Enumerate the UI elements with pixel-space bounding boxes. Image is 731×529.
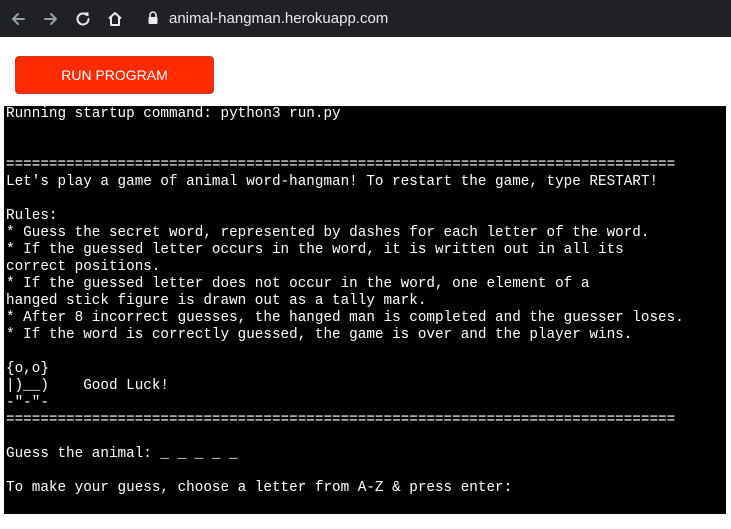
- lock-icon[interactable]: [147, 11, 159, 25]
- rules-heading: Rules:: [6, 208, 58, 224]
- terminal-separator: ========================================…: [6, 412, 676, 428]
- input-prompt: To make your guess, choose a letter from…: [6, 480, 513, 496]
- owl-ascii-art: {o,o}: [6, 361, 49, 377]
- reload-icon[interactable]: [72, 8, 94, 30]
- rule-line: * After 8 incorrect guesses, the hanged …: [6, 310, 684, 326]
- browser-toolbar: animal-hangman.herokuapp.com: [0, 0, 731, 37]
- page-content: RUN PROGRAM Running startup command: pyt…: [0, 37, 731, 529]
- terminal[interactable]: Running startup command: python3 run.py …: [4, 106, 726, 514]
- forward-icon[interactable]: [40, 8, 62, 30]
- terminal-separator: ========================================…: [6, 157, 676, 173]
- rule-line: * If the guessed letter occurs in the wo…: [6, 242, 624, 258]
- owl-ascii-art: -"-"-: [6, 395, 49, 411]
- terminal-line: Let's play a game of animal word-hangman…: [6, 174, 659, 190]
- address-bar-url[interactable]: animal-hangman.herokuapp.com: [169, 9, 388, 29]
- run-program-button[interactable]: RUN PROGRAM: [15, 56, 214, 94]
- owl-ascii-art: |)__) Good Luck!: [6, 378, 170, 394]
- rule-line: hanged stick figure is drawn out as a ta…: [6, 293, 427, 309]
- back-icon[interactable]: [7, 8, 29, 30]
- guess-prompt: Guess the animal: _ _ _ _ _: [6, 446, 238, 462]
- rule-line: * If the word is correctly guessed, the …: [6, 327, 633, 343]
- rule-line: correct positions.: [6, 259, 161, 275]
- rule-line: * If the guessed letter does not occur i…: [6, 276, 590, 292]
- terminal-line: Running startup command: python3 run.py: [6, 106, 341, 122]
- rule-line: * Guess the secret word, represented by …: [6, 225, 650, 241]
- home-icon[interactable]: [104, 8, 126, 30]
